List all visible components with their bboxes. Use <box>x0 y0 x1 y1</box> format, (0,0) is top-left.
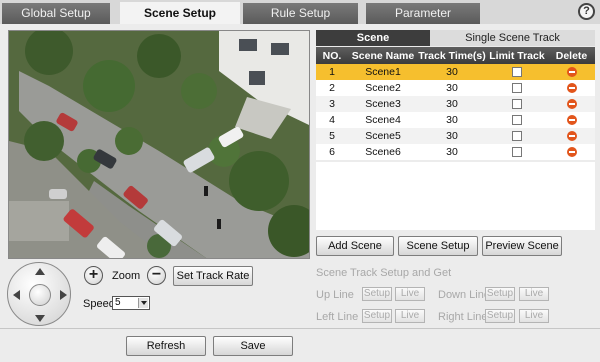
subtab-scene[interactable]: Scene <box>316 30 430 46</box>
help-icon[interactable]: ? <box>578 3 595 20</box>
add-scene-button[interactable]: Add Scene <box>316 236 394 256</box>
limit-track-cell <box>486 112 548 128</box>
scene-table: NO. Scene Name Track Time(s) Limit Track… <box>316 47 595 160</box>
limit-track-checkbox[interactable] <box>512 115 522 126</box>
row-number: 4 <box>329 114 335 126</box>
row-number: 6 <box>329 146 335 158</box>
row-number: 1 <box>316 64 348 80</box>
speed-select[interactable]: 5 <box>112 296 150 310</box>
track-time[interactable]: 30 <box>418 144 486 160</box>
table-row[interactable]: 5 Scene5 30 <box>316 128 595 144</box>
scene-name: Scene3 <box>348 96 418 112</box>
table-empty-area <box>316 162 595 230</box>
delete-cell <box>548 112 595 128</box>
scene-subtabs: Scene Single Scene Track <box>316 30 595 46</box>
ptz-direction-pad <box>7 262 71 326</box>
table-row[interactable]: 2 Scene2 30 <box>316 80 595 96</box>
pan-right-icon[interactable] <box>60 290 67 300</box>
speed-value: 5 <box>115 297 121 308</box>
camera-view-image <box>9 31 309 258</box>
delete-icon[interactable] <box>566 147 577 158</box>
track-time[interactable]: 30 <box>418 128 486 144</box>
delete-cell <box>548 96 595 112</box>
up-line-label: Up Line <box>316 289 354 301</box>
set-track-rate-button[interactable]: Set Track Rate <box>173 266 253 286</box>
tab-bar: Global Setup Scene Setup Rule Setup Para… <box>0 0 600 25</box>
delete-icon[interactable] <box>566 67 577 78</box>
delete-cell <box>548 144 595 160</box>
pan-down-icon[interactable] <box>35 315 45 322</box>
limit-track-cell <box>486 128 548 144</box>
left-line-label: Left Line <box>316 311 359 323</box>
track-time[interactable]: 30 <box>418 112 486 128</box>
tab-rule-setup[interactable]: Rule Setup <box>243 3 358 24</box>
save-button[interactable]: Save <box>213 336 293 356</box>
row-number: 3 <box>316 96 348 112</box>
right-line-live-button[interactable]: Live <box>519 309 549 323</box>
footer-divider <box>0 328 600 329</box>
tab-global-setup[interactable]: Global Setup <box>2 3 110 24</box>
zoom-out-button[interactable]: − <box>147 266 166 285</box>
zoom-label: Zoom <box>112 270 141 282</box>
track-time[interactable]: 30 <box>418 96 486 112</box>
limit-track-checkbox[interactable] <box>512 147 522 158</box>
delete-icon[interactable] <box>566 83 577 94</box>
delete-cell <box>548 128 595 144</box>
tab-parameter[interactable]: Parameter <box>366 3 480 24</box>
subtab-single-scene-track[interactable]: Single Scene Track <box>430 30 595 46</box>
ptz-center-button[interactable] <box>29 284 51 306</box>
delete-cell <box>548 80 595 96</box>
column-header-limit-track: Limit Track <box>486 47 548 64</box>
pan-up-icon[interactable] <box>35 268 45 275</box>
table-row[interactable]: 6 Scene6 30 <box>316 144 595 160</box>
table-row[interactable]: 4 Scene4 30 <box>316 112 595 128</box>
video-preview[interactable] <box>8 30 310 259</box>
scene-name: Scene2 <box>365 82 401 94</box>
table-row[interactable]: 1 Scene1 30 <box>316 64 595 80</box>
up-line-setup-button[interactable]: Setup <box>362 287 392 301</box>
table-row[interactable]: 3 Scene3 30 <box>316 96 595 112</box>
left-line-setup-button[interactable]: Setup <box>362 309 392 323</box>
down-line-setup-button[interactable]: Setup <box>485 287 515 301</box>
limit-track-checkbox[interactable] <box>512 83 522 94</box>
track-time[interactable]: 30 <box>418 80 486 96</box>
limit-track-checkbox[interactable] <box>512 99 522 110</box>
preview-scene-button[interactable]: Preview Scene <box>482 236 562 256</box>
scene-name: Scene5 <box>348 128 418 144</box>
delete-icon[interactable] <box>566 115 577 126</box>
column-header-scene-name: Scene Name <box>348 47 418 64</box>
limit-track-checkbox[interactable] <box>512 131 522 142</box>
scene-setup-button[interactable]: Scene Setup <box>398 236 478 256</box>
pan-left-icon[interactable] <box>13 290 20 300</box>
scene-track-title: Scene Track Setup and Get <box>316 267 452 279</box>
delete-icon[interactable] <box>566 131 577 142</box>
delete-cell <box>548 64 595 80</box>
refresh-button[interactable]: Refresh <box>126 336 206 356</box>
row-number: 5 <box>316 128 348 144</box>
limit-track-cell <box>486 144 548 160</box>
limit-track-cell <box>486 64 548 80</box>
down-line-label: Down Line <box>438 289 490 301</box>
track-time[interactable]: 30 <box>418 64 486 80</box>
row-number: 2 <box>329 82 335 94</box>
zoom-in-button[interactable]: + <box>84 266 103 285</box>
delete-icon[interactable] <box>566 99 577 110</box>
column-header-no: NO. <box>316 47 348 64</box>
scene-name: Scene1 <box>348 64 418 80</box>
scene-name: Scene6 <box>365 146 401 158</box>
speed-label: Speed <box>83 298 115 310</box>
scene-name: Scene4 <box>365 114 401 126</box>
chevron-down-icon <box>138 298 148 308</box>
left-line-live-button[interactable]: Live <box>395 309 425 323</box>
column-header-track-time: Track Time(s) <box>418 47 486 64</box>
up-line-live-button[interactable]: Live <box>395 287 425 301</box>
tab-scene-setup[interactable]: Scene Setup <box>120 2 240 25</box>
limit-track-cell <box>486 96 548 112</box>
column-header-delete: Delete <box>548 47 595 64</box>
limit-track-cell <box>486 80 548 96</box>
right-line-setup-button[interactable]: Setup <box>485 309 515 323</box>
down-line-live-button[interactable]: Live <box>519 287 549 301</box>
right-line-label: Right Line <box>438 311 488 323</box>
limit-track-checkbox[interactable] <box>512 67 522 78</box>
